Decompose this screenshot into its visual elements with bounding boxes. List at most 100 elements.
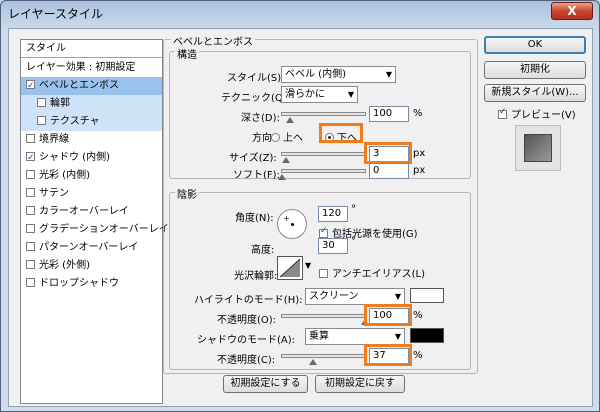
highlight-box (319, 123, 363, 143)
checkbox[interactable] (498, 107, 507, 119)
preview-swatch (524, 134, 552, 162)
contour-curve-icon (279, 258, 301, 278)
highlight-mode-dropdown[interactable]: スクリーン ▼ (305, 288, 405, 305)
highlight-color-swatch[interactable] (410, 288, 444, 303)
style-item-label: 境界線 (39, 134, 69, 145)
highlight-opacity-label: 不透明度(O): (217, 315, 277, 326)
soften-label: ソフト(F): (233, 170, 280, 181)
shadow-opacity-slider[interactable] (281, 354, 366, 365)
style-item-label: レイヤー効果 : 初期設定 (26, 62, 136, 73)
gloss-contour-picker[interactable] (277, 256, 303, 280)
checkbox-label: プレビュー(V) (511, 110, 576, 121)
style-item-texture[interactable]: テクスチャ (21, 113, 162, 131)
styles-list-header: スタイル (21, 40, 162, 58)
gloss-contour-label: 光沢輪郭: (234, 271, 278, 282)
style-item-label: サテン (39, 188, 69, 199)
depth-unit: % (413, 108, 423, 119)
shadow-color-swatch[interactable] (410, 328, 444, 343)
style-item-inner-glow[interactable]: 光彩 (内側) (21, 167, 162, 185)
soften-slider[interactable] (278, 169, 366, 180)
checkbox[interactable] (26, 134, 35, 143)
depth-slider[interactable] (281, 112, 366, 123)
style-item-label: パターンオーバーレイ (39, 242, 139, 253)
style-item-inner-shadow[interactable]: シャドウ (内側) (21, 149, 162, 167)
style-item-satin[interactable]: サテン (21, 185, 162, 203)
structure-title: 構造 (175, 46, 199, 61)
style-item-outer-glow[interactable]: 光彩 (外側) (21, 257, 162, 275)
layer-style-dialog: レイヤースタイル X スタイル レイヤー効果 : 初期設定 ベベルとエンボス 輪… (0, 0, 600, 412)
reset-to-default-button[interactable]: 初期設定に戻す (315, 375, 405, 393)
checkbox[interactable] (26, 149, 35, 167)
radio-button[interactable] (271, 133, 280, 142)
checkbox[interactable] (26, 206, 35, 215)
style-item-pattern-overlay[interactable]: パターンオーバーレイ (21, 239, 162, 257)
style-item-drop-shadow[interactable]: ドロップシャドウ (21, 275, 162, 293)
altitude-unit: ° (351, 236, 356, 247)
checkbox[interactable] (319, 269, 328, 278)
highlight-box (364, 344, 412, 366)
highlight-mode-label: ハイライトのモード(H): (194, 295, 303, 306)
size-unit: px (413, 148, 426, 159)
checkbox[interactable] (319, 226, 328, 238)
checkbox[interactable] (26, 224, 35, 233)
chevron-down-icon[interactable]: ▼ (305, 261, 311, 270)
technique-dropdown[interactable]: 滑らかに ▼ (281, 86, 358, 103)
checkbox[interactable] (37, 116, 46, 125)
dial-center (291, 223, 294, 226)
style-item-label: グラデーションオーバーレイ (39, 224, 169, 235)
style-item-blending-default[interactable]: レイヤー効果 : 初期設定 (21, 59, 162, 77)
angle-label: 角度(N): (235, 213, 274, 224)
slider-thumb[interactable] (278, 174, 286, 180)
checkbox-label: アンチエイリアス(L) (332, 269, 425, 280)
soften-input[interactable]: 0 (369, 163, 409, 179)
style-item-label: ベベルとエンボス (39, 80, 119, 91)
highlight-box (364, 304, 412, 326)
style-item-color-overlay[interactable]: カラーオーバーレイ (21, 203, 162, 221)
checkbox[interactable] (26, 278, 35, 287)
technique-label: テクニック(Q): (221, 93, 291, 104)
altitude-label: 高度: (251, 245, 275, 256)
slider-thumb[interactable] (308, 359, 317, 365)
angle-input[interactable]: 120 (318, 206, 348, 222)
slider-thumb[interactable] (282, 157, 291, 163)
style-item-label: テクスチャ (50, 116, 100, 127)
radio-label: 上へ (283, 133, 303, 144)
direction-up-radio[interactable]: 上へ (271, 129, 303, 144)
style-item-stroke[interactable]: 境界線 (21, 131, 162, 149)
close-button[interactable]: X (551, 2, 593, 20)
style-item-label: 光彩 (内側) (39, 170, 90, 181)
style-item-gradient-overlay[interactable]: グラデーションオーバーレイ (21, 221, 169, 239)
preview-checkbox[interactable]: プレビュー(V) (498, 106, 576, 121)
depth-input[interactable]: 100 (369, 106, 409, 122)
highlight-box (364, 142, 412, 164)
chevron-down-icon: ▼ (394, 292, 401, 301)
size-slider[interactable] (281, 152, 366, 163)
checkbox[interactable] (26, 188, 35, 197)
style-label: スタイル(S): (227, 73, 285, 84)
style-dropdown[interactable]: ベベル (内側) ▼ (281, 66, 396, 83)
shadow-mode-value: 乗算 (309, 331, 329, 342)
style-value: ベベル (内側) (285, 69, 346, 80)
altitude-input[interactable]: 30 (318, 238, 348, 254)
make-default-button[interactable]: 初期設定にする (223, 375, 308, 393)
size-label: サイズ(Z): (229, 153, 277, 164)
angle-unit: ° (351, 204, 356, 215)
reset-button[interactable]: 初期化 (484, 61, 586, 79)
antialias-checkbox[interactable]: アンチエイリアス(L) (319, 265, 425, 280)
slider-thumb[interactable] (286, 117, 295, 123)
checkbox[interactable] (37, 98, 46, 107)
style-item-contour[interactable]: 輪郭 (21, 95, 162, 113)
shadow-mode-dropdown[interactable]: 乗算 ▼ (305, 328, 405, 345)
style-preview (515, 125, 561, 171)
checkbox[interactable] (26, 77, 35, 95)
ok-button[interactable]: OK (484, 36, 586, 54)
style-item-bevel-emboss[interactable]: ベベルとエンボス (21, 77, 162, 95)
dialog-body: スタイル レイヤー効果 : 初期設定 ベベルとエンボス 輪郭 テクスチャ 境界線… (8, 28, 593, 407)
style-item-label: カラーオーバーレイ (39, 206, 129, 217)
new-style-button[interactable]: 新規スタイル(W)... (484, 84, 586, 102)
checkbox[interactable] (26, 170, 35, 179)
angle-dial[interactable]: + (277, 209, 307, 239)
checkbox[interactable] (26, 260, 35, 269)
highlight-opacity-slider[interactable] (281, 314, 369, 325)
checkbox[interactable] (26, 242, 35, 251)
